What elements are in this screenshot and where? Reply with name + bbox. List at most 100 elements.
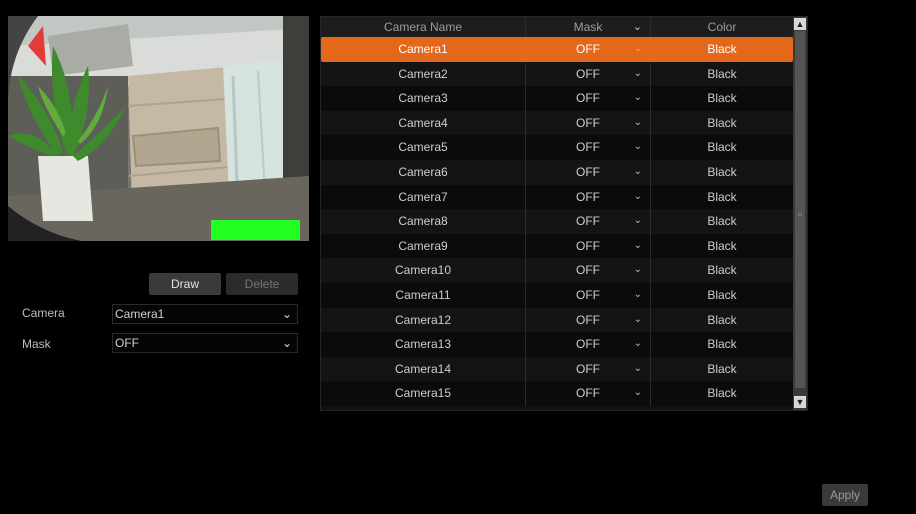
camera-label: Camera bbox=[22, 306, 65, 320]
cell-mask-value: OFF bbox=[576, 287, 600, 302]
table-row[interactable]: Camera10 OFF ⌄ Black bbox=[321, 258, 793, 283]
cell-color[interactable]: Black bbox=[650, 282, 793, 308]
table-row[interactable]: Camera9 OFF ⌄ Black bbox=[321, 233, 793, 259]
cell-color[interactable]: Black bbox=[650, 184, 793, 210]
cell-camera-name: Camera1 bbox=[398, 42, 448, 56]
cell-mask-value: OFF bbox=[576, 214, 600, 229]
scroll-up-icon[interactable]: ▲ bbox=[794, 18, 806, 30]
table-row[interactable]: Camera12 OFF ⌄ Black bbox=[321, 307, 793, 333]
cell-color[interactable]: Black bbox=[650, 61, 793, 87]
cell-mask[interactable]: OFF ⌄ bbox=[525, 282, 650, 308]
table-row[interactable]: Camera5 OFF ⌄ Black bbox=[321, 135, 793, 160]
column-header-camera-name: Camera Name bbox=[383, 20, 463, 34]
cell-color[interactable]: Black bbox=[650, 381, 793, 406]
cell-mask-value: OFF bbox=[576, 263, 600, 278]
cell-mask[interactable]: OFF ⌄ bbox=[525, 86, 650, 111]
cell-mask-value: OFF bbox=[576, 312, 600, 327]
table-row[interactable]: Camera3 OFF ⌄ Black bbox=[321, 86, 793, 111]
mask-settings-table: Camera Name Mask ⌄ Color Camera1 OFF ⌄ Blac… bbox=[320, 16, 808, 411]
mask-select[interactable]: OFF ⌄ bbox=[112, 333, 298, 353]
chevron-down-icon[interactable]: ⌄ bbox=[634, 332, 642, 357]
cell-mask[interactable]: OFF ⌄ bbox=[525, 381, 650, 406]
cell-mask-value: OFF bbox=[576, 164, 600, 179]
cell-camera-name: Camera9 bbox=[398, 238, 448, 253]
cell-camera-name: Camera13 bbox=[394, 337, 452, 352]
camera-preview[interactable] bbox=[8, 16, 309, 241]
table-scrollbar[interactable]: ▲ ▼ bbox=[793, 17, 807, 410]
chevron-down-icon[interactable]: ⌄ bbox=[634, 357, 642, 382]
column-header-mask[interactable]: Mask ⌄ bbox=[525, 17, 650, 37]
cell-mask-value: OFF bbox=[576, 238, 600, 253]
table-body: Camera1 OFF ⌄ Black Camera2 OFF ⌄ Black Camera3 O… bbox=[321, 37, 793, 406]
table-row[interactable]: Camera1 OFF ⌄ Black bbox=[321, 37, 793, 62]
cell-camera-name: Camera14 bbox=[394, 361, 452, 376]
table-row[interactable]: Camera8 OFF ⌄ Black bbox=[321, 209, 793, 234]
cell-color[interactable]: Black bbox=[650, 110, 793, 136]
chevron-down-icon[interactable]: ⌄ bbox=[634, 160, 642, 185]
table-row[interactable]: Camera14 OFF ⌄ Black bbox=[321, 356, 793, 382]
table-row[interactable]: Camera4 OFF ⌄ Black bbox=[321, 110, 793, 136]
cell-color[interactable]: Black bbox=[650, 233, 793, 259]
cell-mask-value: OFF bbox=[576, 42, 600, 56]
chevron-down-icon[interactable]: ⌄ bbox=[634, 111, 642, 136]
chevron-down-icon: ⌄ bbox=[281, 307, 292, 321]
table-header: Camera Name Mask ⌄ Color bbox=[321, 17, 793, 38]
scroll-down-icon[interactable]: ▼ bbox=[794, 396, 806, 408]
chevron-down-icon[interactable]: ⌄ bbox=[634, 37, 642, 62]
cell-mask[interactable]: OFF ⌄ bbox=[525, 37, 650, 62]
delete-button[interactable]: Delete bbox=[226, 273, 298, 295]
cell-color[interactable]: Black bbox=[650, 135, 793, 160]
cell-camera-name: Camera3 bbox=[398, 91, 448, 106]
cell-color[interactable]: Black bbox=[650, 258, 793, 283]
chevron-down-icon[interactable]: ⌄ bbox=[634, 135, 642, 160]
cell-color[interactable]: Black bbox=[650, 356, 793, 382]
cell-mask[interactable]: OFF ⌄ bbox=[525, 184, 650, 210]
cell-color[interactable]: Black bbox=[650, 307, 793, 333]
table-row[interactable]: Camera2 OFF ⌄ Black bbox=[321, 61, 793, 87]
cell-camera-name: Camera4 bbox=[398, 115, 448, 130]
scrollbar-thumb[interactable] bbox=[795, 31, 805, 388]
cell-mask[interactable]: OFF ⌄ bbox=[525, 135, 650, 160]
chevron-down-icon[interactable]: ⌄ bbox=[634, 258, 642, 283]
chevron-down-icon[interactable]: ⌄ bbox=[634, 308, 642, 333]
table-row[interactable]: Camera15 OFF ⌄ Black bbox=[321, 381, 793, 406]
table-row[interactable]: Camera13 OFF ⌄ Black bbox=[321, 332, 793, 357]
chevron-down-icon[interactable]: ⌄ bbox=[633, 17, 642, 37]
table-row[interactable]: Camera6 OFF ⌄ Black bbox=[321, 159, 793, 185]
chevron-down-icon[interactable]: ⌄ bbox=[634, 62, 642, 87]
cell-mask-value: OFF bbox=[576, 115, 600, 130]
chevron-down-icon[interactable]: ⌄ bbox=[634, 283, 642, 308]
cell-mask-value: OFF bbox=[576, 386, 600, 401]
column-header-color: Color bbox=[650, 17, 793, 37]
cell-mask[interactable]: OFF ⌄ bbox=[525, 233, 650, 259]
camera-select[interactable]: Camera1 ⌄ bbox=[112, 304, 298, 324]
apply-button[interactable]: Apply bbox=[822, 484, 868, 506]
cell-color[interactable]: Black bbox=[650, 86, 793, 111]
cell-camera-name: Camera15 bbox=[394, 386, 452, 401]
cell-mask[interactable]: OFF ⌄ bbox=[525, 307, 650, 333]
table-row[interactable]: Camera7 OFF ⌄ Black bbox=[321, 184, 793, 210]
chevron-down-icon[interactable]: ⌄ bbox=[634, 381, 642, 406]
privacy-mask-area[interactable] bbox=[211, 220, 300, 240]
cell-mask[interactable]: OFF ⌄ bbox=[525, 209, 650, 234]
chevron-down-icon[interactable]: ⌄ bbox=[634, 234, 642, 259]
mask-label: Mask bbox=[22, 337, 51, 351]
cell-color[interactable]: Black bbox=[650, 159, 793, 185]
cell-mask-value: OFF bbox=[576, 337, 600, 352]
cell-mask[interactable]: OFF ⌄ bbox=[525, 258, 650, 283]
cell-mask[interactable]: OFF ⌄ bbox=[525, 356, 650, 382]
cell-mask[interactable]: OFF ⌄ bbox=[525, 332, 650, 357]
cell-mask[interactable]: OFF ⌄ bbox=[525, 61, 650, 87]
cell-mask[interactable]: OFF ⌄ bbox=[525, 159, 650, 185]
table-row[interactable]: Camera11 OFF ⌄ Black bbox=[321, 282, 793, 308]
cell-color[interactable]: Black bbox=[650, 209, 793, 234]
cell-camera-name: Camera8 bbox=[398, 214, 448, 229]
cell-camera-name: Camera5 bbox=[398, 140, 448, 155]
chevron-down-icon[interactable]: ⌄ bbox=[634, 209, 642, 234]
chevron-down-icon[interactable]: ⌄ bbox=[634, 86, 642, 111]
cell-mask[interactable]: OFF ⌄ bbox=[525, 110, 650, 136]
cell-color[interactable]: Black bbox=[650, 37, 793, 62]
chevron-down-icon[interactable]: ⌄ bbox=[634, 185, 642, 210]
cell-color[interactable]: Black bbox=[650, 332, 793, 357]
draw-button[interactable]: Draw bbox=[149, 273, 221, 295]
